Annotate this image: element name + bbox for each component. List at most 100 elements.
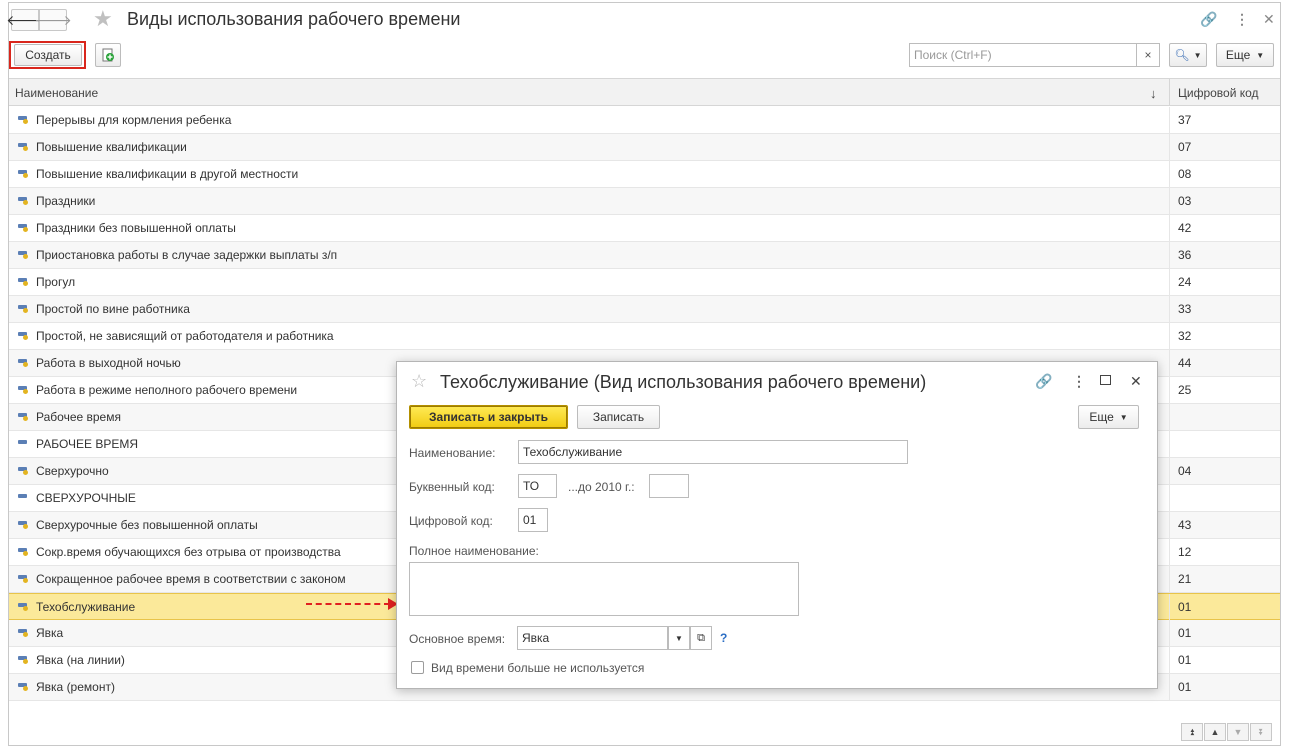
catalog-item-icon (18, 386, 28, 394)
digit-code-field[interactable]: 01 (518, 508, 548, 532)
table-row[interactable]: Простой, не зависящий от работодателя и … (9, 323, 1280, 350)
scroll-bottom-button[interactable]: ⏬︎ (1250, 723, 1272, 741)
main-time-label: Основное время: (409, 632, 506, 646)
table-row[interactable]: Приостановка работы в случае задержки вы… (9, 242, 1280, 269)
full-name-label: Полное наименование: (409, 544, 539, 558)
table-row[interactable]: Праздники 03 (9, 188, 1280, 215)
maximize-icon[interactable] (1100, 375, 1111, 385)
scroll-top-button[interactable]: ⏫︎ (1181, 723, 1203, 741)
column-divider (1169, 107, 1170, 133)
sort-arrow-icon: ↓ (1150, 86, 1157, 101)
column-divider[interactable] (1169, 79, 1170, 106)
dialog-more-label: Еще (1089, 410, 1114, 424)
link-icon[interactable]: 🔗 (1200, 11, 1217, 28)
catalog-item-icon (18, 305, 28, 313)
list-toolbar: Создать Поиск (Ctrl+F) × 🔍︎ ▼ Еще ▼ (9, 41, 1280, 69)
search-input[interactable]: Поиск (Ctrl+F) (909, 43, 1141, 67)
create-highlight: Создать (9, 41, 86, 69)
favorite-star-icon[interactable]: ★ (93, 6, 113, 32)
table-row[interactable]: Прогул 24 (9, 269, 1280, 296)
link-icon[interactable]: 🔗 (1035, 373, 1052, 390)
row-name: Приостановка работы в случае задержки вы… (36, 248, 338, 262)
letter-code-field[interactable]: ТО (518, 474, 557, 498)
search-options-button[interactable]: 🔍︎ ▼ (1169, 43, 1207, 67)
catalog-item-icon (18, 359, 28, 367)
column-divider (1169, 539, 1170, 565)
main-time-dropdown-button[interactable]: ▼ (668, 626, 690, 650)
name-label: Наименование: (409, 446, 496, 460)
catalog-item-icon (18, 603, 28, 611)
column-divider (1169, 594, 1170, 620)
group-item-icon (18, 494, 27, 498)
row-code: 24 (1178, 275, 1192, 289)
more-vert-icon[interactable]: ⋮ (1072, 373, 1086, 390)
table-row[interactable]: Повышение квалификации в другой местност… (9, 161, 1280, 188)
close-icon[interactable]: ✕ (1263, 11, 1275, 28)
row-code: 01 (1178, 680, 1192, 694)
column-divider (1169, 431, 1170, 457)
favorite-star-icon[interactable]: ☆ (411, 371, 427, 392)
catalog-item-icon (18, 575, 28, 583)
save-and-close-button[interactable]: Записать и закрыть (409, 405, 568, 429)
create-button[interactable]: Создать (14, 44, 82, 66)
more-vert-icon[interactable]: ⋮ (1235, 11, 1249, 28)
document-add-icon (102, 48, 114, 62)
column-divider (1169, 134, 1170, 160)
name-field[interactable]: Техобслуживание (518, 440, 908, 464)
row-name: Праздники без повышенной оплаты (36, 221, 236, 235)
main-time-select[interactable]: Явка (517, 626, 668, 650)
search-icon: 🔍︎ (1174, 48, 1190, 62)
catalog-item-icon (18, 116, 28, 124)
arrow-right-icon: 🡒 (34, 11, 72, 28)
column-divider (1169, 269, 1170, 295)
letter-code-label: Буквенный код: (409, 480, 495, 494)
scroll-down-button[interactable]: ▼ (1227, 723, 1249, 741)
row-name: Явка (на линии) (36, 653, 125, 667)
open-icon: ⧉ (697, 631, 705, 644)
forward-button[interactable]: 🡒 (34, 9, 72, 31)
more-button[interactable]: Еще ▼ (1216, 43, 1274, 67)
table-row[interactable]: Перерывы для кормления ребенка 37 (9, 107, 1280, 134)
table-row[interactable]: Простой по вине работника 33 (9, 296, 1280, 323)
row-name: Работа в выходной ночью (36, 356, 181, 370)
chevron-down-icon: ▼ (1193, 50, 1202, 60)
title-bar: 🡐 🡒 ★ Виды использования рабочего времен… (6, 3, 1280, 37)
not-used-label: Вид времени больше не используется (431, 661, 645, 675)
save-button[interactable]: Записать (577, 405, 660, 429)
search-clear-button[interactable]: × (1136, 43, 1160, 67)
row-code: 01 (1178, 626, 1192, 640)
full-name-textarea[interactable] (409, 562, 799, 616)
row-name: Повышение квалификации в другой местност… (36, 167, 299, 181)
column-divider (1169, 404, 1170, 430)
column-divider (1169, 647, 1170, 673)
main-time-open-button[interactable]: ⧉ (690, 626, 712, 650)
column-divider (1169, 242, 1170, 268)
page-title: Виды использования рабочего времени (127, 9, 461, 29)
not-used-checkbox[interactable] (411, 661, 424, 674)
digit-code-label: Цифровой код: (409, 514, 493, 528)
close-icon[interactable]: ✕ (1130, 373, 1142, 390)
row-code: 21 (1178, 572, 1192, 586)
row-name: Техобслуживание (36, 600, 136, 614)
table-header: Наименование ↓ Цифровой код (9, 79, 1280, 106)
row-code: 03 (1178, 194, 1192, 208)
dialog-title: Техобслуживание (Вид использования рабоч… (440, 372, 927, 392)
catalog-item-icon (18, 197, 28, 205)
column-header-name[interactable]: Наименование (15, 86, 98, 100)
before-2010-field[interactable] (649, 474, 689, 498)
column-header-code[interactable]: Цифровой код (1178, 86, 1259, 100)
catalog-item-icon (18, 170, 28, 178)
catalog-item-icon (18, 467, 28, 475)
catalog-item-icon (18, 548, 28, 556)
help-icon[interactable]: ? (720, 631, 727, 645)
copy-button[interactable] (95, 43, 121, 67)
row-name: Явка (ремонт) (36, 680, 115, 694)
row-name: Перерывы для кормления ребенка (36, 113, 232, 127)
table-row[interactable]: Повышение квалификации 07 (9, 134, 1280, 161)
row-code: 44 (1178, 356, 1192, 370)
scroll-up-button[interactable]: ▲ (1204, 723, 1226, 741)
catalog-item-icon (18, 683, 28, 691)
table-row[interactable]: Праздники без повышенной оплаты 42 (9, 215, 1280, 242)
edit-dialog: ☆ Техобслуживание (Вид использования раб… (396, 361, 1158, 689)
dialog-more-button[interactable]: Еще ▼ (1078, 405, 1139, 429)
